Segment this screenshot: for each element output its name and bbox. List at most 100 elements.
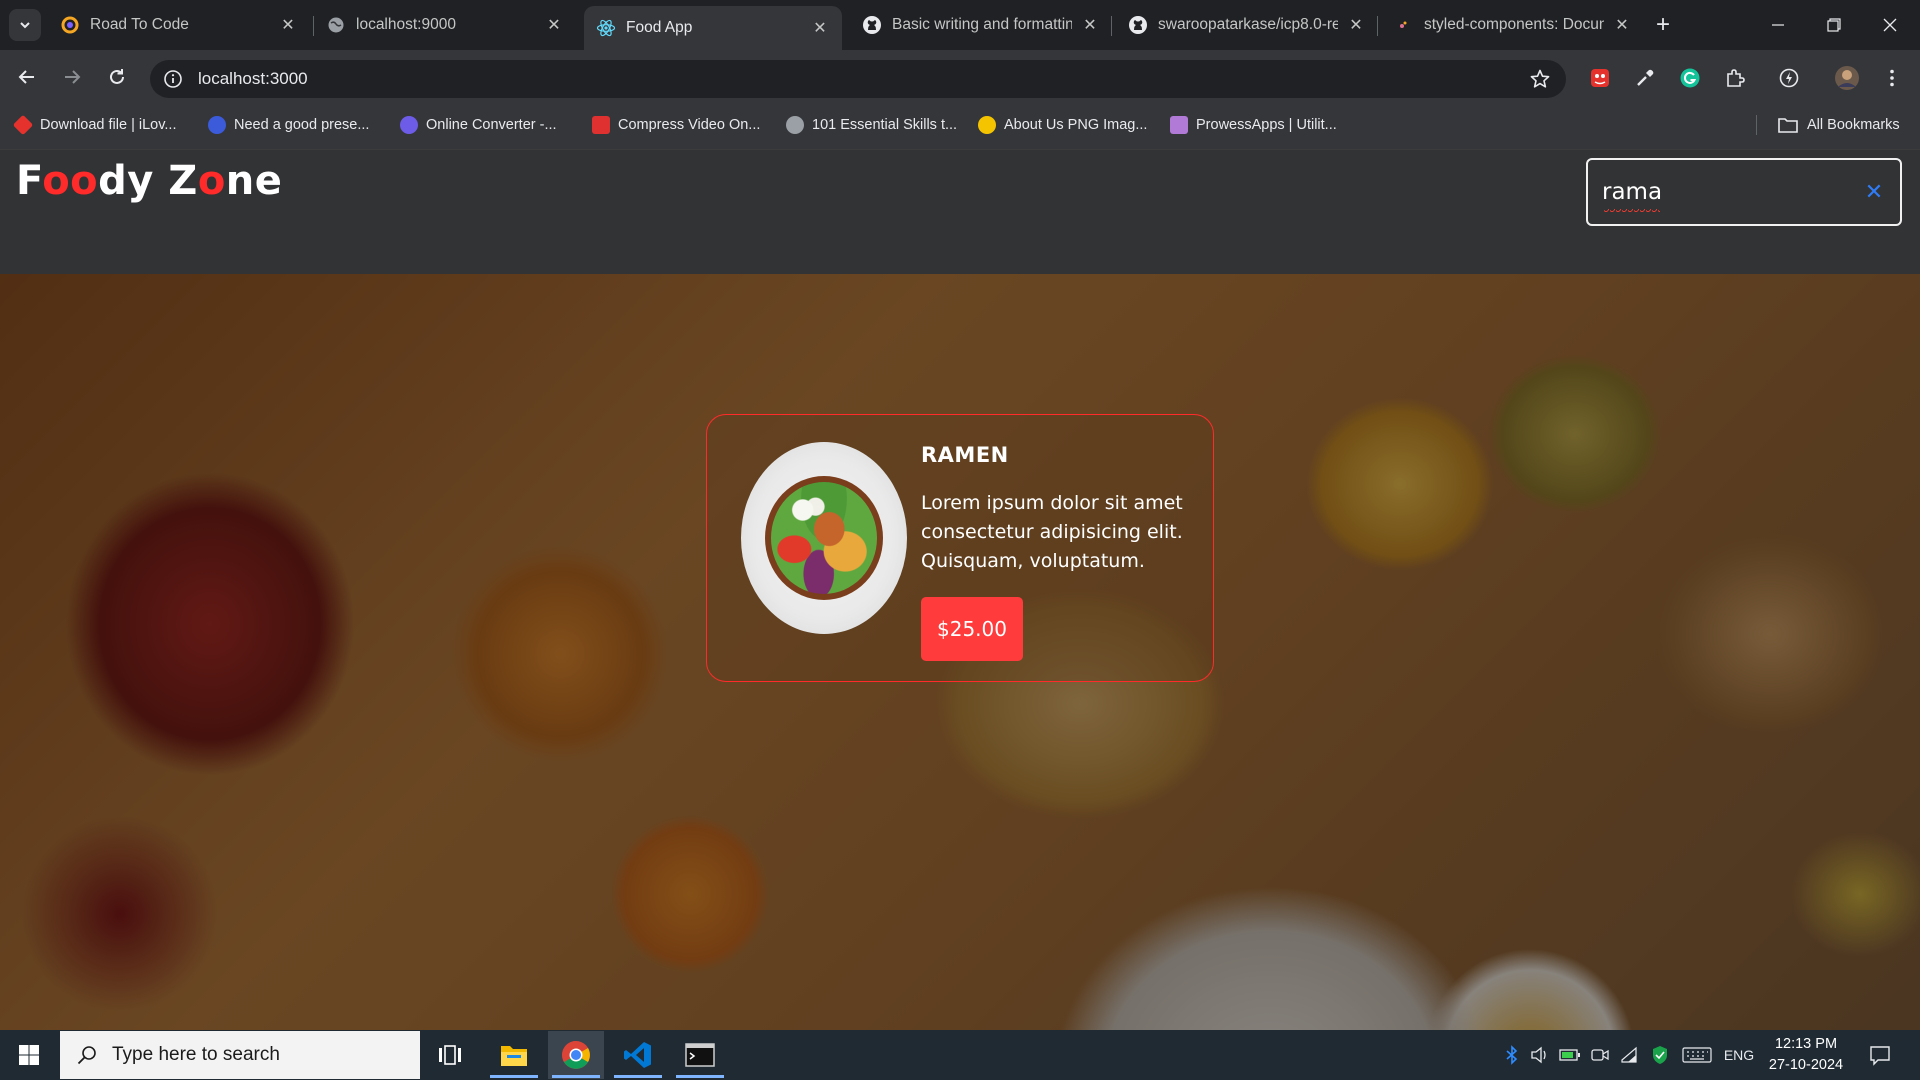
close-icon[interactable]: ✕ (1080, 15, 1100, 35)
tab-road-to-code[interactable]: Road To Code ✕ (48, 6, 310, 44)
bluetooth-icon[interactable] (1500, 1040, 1524, 1070)
food-background: RAMEN Lorem ipsum dolor sit amet consect… (0, 274, 1920, 1030)
meet-now-icon[interactable] (1588, 1040, 1612, 1070)
close-icon[interactable]: ✕ (278, 15, 298, 35)
bookmark-about-us-png[interactable]: About Us PNG Imag... (978, 113, 1147, 137)
bookmark-ilovepdf[interactable]: Download file | iLov... (12, 113, 176, 137)
language-indicator[interactable]: ENG (1722, 1040, 1756, 1070)
eyedropper-icon[interactable] (1632, 65, 1658, 91)
react-icon (596, 18, 616, 38)
tab-title: localhost:9000 (356, 16, 456, 33)
bookmark-label: About Us PNG Imag... (1004, 117, 1148, 133)
clear-search-icon[interactable]: ✕ (1864, 179, 1884, 204)
bookmark-star-icon[interactable] (1528, 67, 1552, 91)
ramen-bowl-image (741, 442, 907, 634)
new-tab-button[interactable]: + (1648, 11, 1678, 38)
road-to-code-icon (60, 15, 80, 35)
close-icon[interactable]: ✕ (1346, 15, 1366, 35)
folder-icon (1778, 118, 1798, 133)
volume-icon[interactable] (1528, 1040, 1552, 1070)
close-icon[interactable]: ✕ (1612, 15, 1632, 35)
tab-styled-components[interactable]: styled-components: Docun ✕ (1382, 6, 1644, 44)
chrome-icon (562, 1041, 590, 1069)
site-info-icon[interactable] (162, 68, 184, 90)
bookmark-label: Compress Video On... (618, 117, 761, 133)
tab-github-repo[interactable]: swaroopatarkase/icp8.0-re ✕ (1116, 6, 1378, 44)
browser-menu-icon[interactable] (1879, 65, 1905, 91)
site-favicon-icon (1170, 116, 1188, 134)
back-button[interactable] (12, 62, 42, 92)
extensions-icon[interactable] (1722, 65, 1748, 91)
page-viewport: Foody Zone ✕ RAMEN Lorem ipsum dolor sit… (0, 150, 1920, 1030)
styled-components-icon (1394, 15, 1414, 35)
clock-date: 27-10-2024 (1768, 1057, 1844, 1073)
bookmark-essential-skills[interactable]: 101 Essential Skills t... (786, 113, 957, 137)
profile-avatar[interactable] (1834, 65, 1860, 91)
restore-button[interactable] (1806, 0, 1862, 50)
tab-title: Road To Code (90, 16, 189, 33)
github-icon (1128, 15, 1148, 35)
task-view-button[interactable] (422, 1031, 478, 1079)
running-indicator (614, 1075, 662, 1078)
performance-icon[interactable] (1776, 65, 1802, 91)
start-button[interactable] (0, 1030, 58, 1080)
food-card: RAMEN Lorem ipsum dolor sit amet consect… (706, 414, 1214, 682)
wifi-icon[interactable] (1618, 1040, 1642, 1070)
arrow-left-icon (18, 70, 34, 84)
running-indicator (552, 1075, 600, 1078)
task-view-icon (439, 1045, 461, 1065)
taskbar-chrome[interactable] (548, 1031, 604, 1079)
bookmark-label: Need a good prese... (234, 117, 370, 133)
close-icon[interactable]: ✕ (544, 15, 564, 35)
tab-divider (1111, 16, 1112, 36)
globe-icon (786, 116, 804, 134)
url-text: localhost:3000 (198, 69, 308, 88)
taskbar-vscode[interactable] (610, 1031, 666, 1079)
bookmark-presentation[interactable]: Need a good prese... (208, 113, 369, 137)
bookmark-prowessapps[interactable]: ProwessApps | Utilit... (1170, 113, 1337, 137)
taskbar-file-explorer[interactable] (486, 1031, 542, 1079)
price-button[interactable]: $25.00 (921, 597, 1023, 661)
taskbar-search-box[interactable]: Type here to search (60, 1031, 420, 1079)
bookmarks-divider (1756, 115, 1757, 135)
extension-puzzle-red-icon[interactable] (1587, 65, 1613, 91)
minimize-button[interactable] (1750, 0, 1806, 50)
food-search-box: ✕ (1586, 158, 1902, 226)
reload-button[interactable] (102, 62, 132, 92)
tab-food-app[interactable]: Food App ✕ (584, 6, 842, 50)
tab-localhost-9000[interactable]: localhost:9000 ✕ (314, 6, 576, 44)
app-logo: Foody Zone (16, 158, 283, 204)
minimize-icon (1772, 24, 1784, 26)
close-icon[interactable]: ✕ (810, 18, 830, 38)
vscode-icon (624, 1042, 651, 1068)
bookmark-compress-video[interactable]: Compress Video On... (592, 113, 760, 137)
food-name: RAMEN (921, 443, 1009, 467)
tab-title: swaroopatarkase/icp8.0-re (1158, 16, 1338, 33)
all-bookmarks-label: All Bookmarks (1807, 117, 1900, 133)
grammarly-icon[interactable] (1677, 65, 1703, 91)
taskbar-clock[interactable]: 12:13 PM 27-10-2024 (1760, 1034, 1852, 1076)
tab-search-button[interactable] (9, 9, 41, 41)
search-icon (72, 1040, 102, 1070)
security-shield-icon[interactable] (1648, 1040, 1672, 1070)
running-indicator (676, 1075, 724, 1078)
tab-github-formatting[interactable]: Basic writing and formattin ✕ (850, 6, 1112, 44)
bookmark-online-converter[interactable]: Online Converter -... (400, 113, 557, 137)
all-bookmarks-button[interactable]: All Bookmarks (1777, 113, 1900, 137)
battery-icon[interactable] (1558, 1040, 1582, 1070)
tab-title: styled-components: Docun (1424, 16, 1604, 33)
app-header: Foody Zone ✕ (0, 150, 1920, 274)
close-window-button[interactable] (1862, 0, 1918, 50)
bookmark-label: ProwessApps | Utilit... (1196, 117, 1337, 133)
heart-icon (12, 114, 34, 136)
forward-button[interactable] (57, 62, 87, 92)
address-bar[interactable]: localhost:3000 (150, 60, 1566, 98)
notification-center-button[interactable] (1864, 1040, 1896, 1070)
close-icon (1883, 18, 1897, 32)
tab-divider (1377, 16, 1378, 36)
globe-icon (326, 15, 346, 35)
food-search-input[interactable] (1602, 172, 1852, 212)
taskbar-terminal[interactable] (672, 1031, 728, 1079)
keyboard-icon[interactable] (1680, 1040, 1714, 1070)
windows-logo-icon (19, 1045, 39, 1065)
